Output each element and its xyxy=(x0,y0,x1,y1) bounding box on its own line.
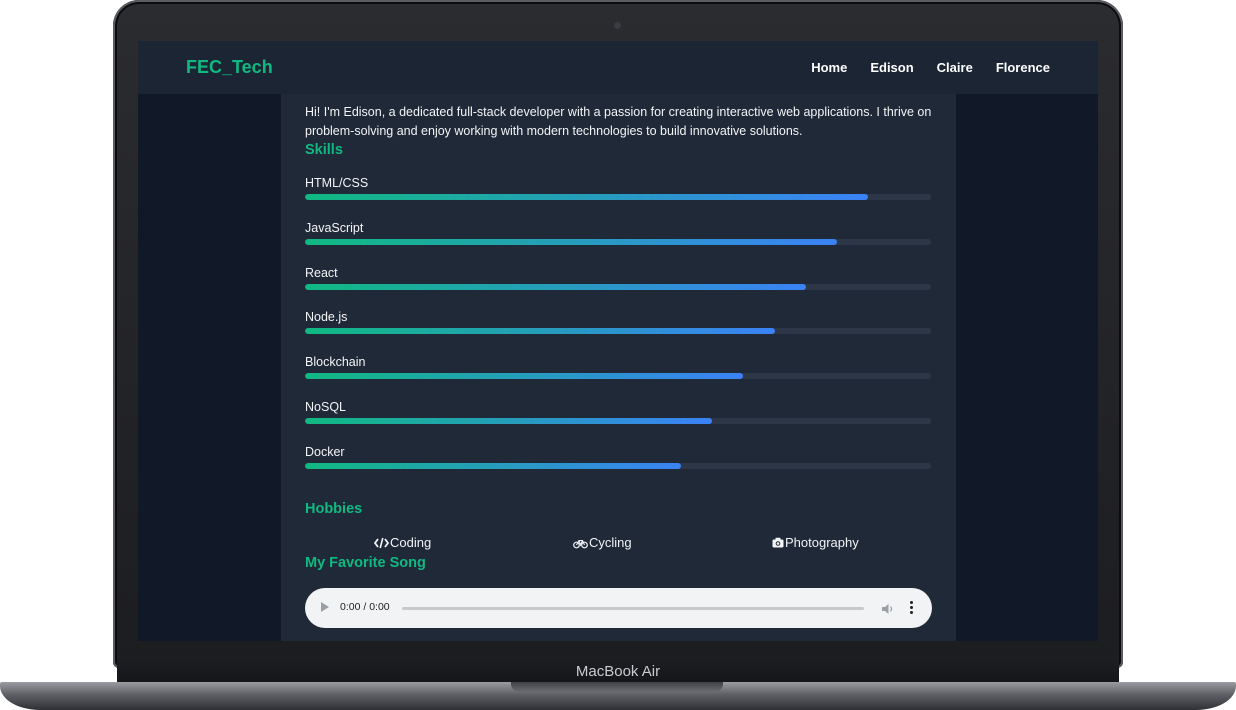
skill-nodejs: Node.js xyxy=(305,310,931,334)
skill-javascript: JavaScript xyxy=(305,221,931,245)
nav-link-florence[interactable]: Florence xyxy=(996,60,1050,75)
nav-link-home[interactable]: Home xyxy=(811,60,847,75)
nav-links: Home Edison Claire Florence xyxy=(811,60,1050,75)
skill-name: Blockchain xyxy=(305,355,366,369)
skill-bar-fill xyxy=(305,194,869,200)
brand-logo[interactable]: FEC_Tech xyxy=(186,57,273,78)
audio-progress-slider[interactable] xyxy=(402,607,864,610)
laptop-chin: MacBook Air xyxy=(117,656,1119,684)
skill-bar-fill xyxy=(305,328,775,334)
hobbies-title: Hobbies xyxy=(305,501,363,517)
skill-name: HTML/CSS xyxy=(305,176,369,190)
skill-bar-fill xyxy=(305,239,838,245)
skill-bar-track xyxy=(305,373,931,379)
hobby-coding: Coding xyxy=(374,535,431,550)
hobbies-list: Coding Cycling Photography xyxy=(305,535,931,555)
device-label: MacBook Air xyxy=(575,663,661,680)
hobby-label: Coding xyxy=(390,535,432,550)
skill-docker: Docker xyxy=(305,445,931,469)
skill-bar-fill xyxy=(305,373,744,379)
nav-link-claire[interactable]: Claire xyxy=(937,60,973,75)
skill-name: Node.js xyxy=(305,310,348,324)
laptop-screen: Hi! I'm Edison, a dedicated full-stack d… xyxy=(138,41,1098,641)
skill-name: Docker xyxy=(305,445,345,459)
volume-icon[interactable] xyxy=(881,601,895,620)
profile-card: Hi! I'm Edison, a dedicated full-stack d… xyxy=(281,41,956,641)
skill-bar-fill xyxy=(305,284,806,290)
code-icon xyxy=(374,537,389,549)
skill-bar-track xyxy=(305,328,931,334)
bicycle-icon xyxy=(573,537,588,549)
skill-bar-track xyxy=(305,284,931,290)
skill-bar-track xyxy=(305,463,931,469)
skill-html-css: HTML/CSS xyxy=(305,176,931,200)
skill-bar-track xyxy=(305,418,931,424)
navbar: FEC_Tech Home Edison Claire Florence xyxy=(138,41,1098,94)
skill-bar-fill xyxy=(305,463,681,469)
hobby-label: Cycling xyxy=(589,535,632,550)
skill-nosql: NoSQL xyxy=(305,400,931,424)
nav-link-edison[interactable]: Edison xyxy=(870,60,913,75)
skill-react: React xyxy=(305,266,931,290)
bio-text: Hi! I'm Edison, a dedicated full-stack d… xyxy=(305,105,932,138)
audio-time: 0:00 / 0:00 xyxy=(340,601,390,613)
more-options-icon[interactable] xyxy=(910,601,914,615)
skill-name: React xyxy=(305,266,338,280)
skill-blockchain: Blockchain xyxy=(305,355,931,379)
webcam-icon xyxy=(614,22,621,29)
skill-name: JavaScript xyxy=(305,221,364,235)
favorite-song-title: My Favorite Song xyxy=(305,555,426,571)
hobby-cycling: Cycling xyxy=(573,535,632,550)
audio-player[interactable]: 0:00 / 0:00 xyxy=(305,588,932,628)
skill-bar-track xyxy=(305,194,931,200)
laptop-hinge-notch xyxy=(511,682,723,692)
skill-bar-fill xyxy=(305,418,712,424)
hobby-label: Photography xyxy=(785,535,859,550)
play-icon[interactable] xyxy=(321,602,329,612)
skill-bar-track xyxy=(305,239,931,245)
hobby-photography: Photography xyxy=(772,535,859,550)
skill-name: NoSQL xyxy=(305,400,346,414)
camera-icon xyxy=(772,537,784,548)
skills-title: Skills xyxy=(305,142,343,158)
